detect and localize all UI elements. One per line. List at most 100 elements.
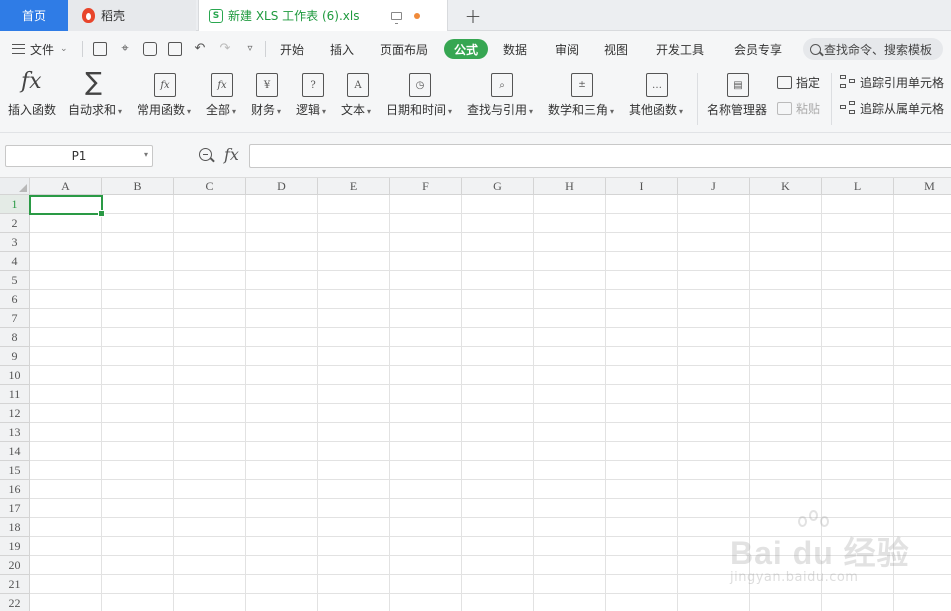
column-header[interactable]: E [318,178,390,195]
insert-function-label: 插入函数 [8,103,57,117]
row-header[interactable]: 20 [0,556,30,575]
command-search-box[interactable]: 查找命令、搜索模板 [803,38,943,60]
customize-toolbar-icon[interactable]: ▿ [243,42,257,56]
column-header[interactable]: J [678,178,750,195]
tab-document[interactable]: S 新建 XLS 工作表 (6).xls [198,0,448,31]
insert-function-button[interactable]: fx 插入函数 [8,67,60,133]
row-header[interactable]: 13 [0,423,30,442]
search-icon [810,43,821,55]
datetime-functions-button[interactable]: ◷ 日期和时间 [386,67,458,133]
menu-item-insert[interactable]: 插入 [330,31,354,67]
chevron-down-icon[interactable]: ▾ [144,150,148,159]
specify-button[interactable]: 指定 [777,71,820,93]
row-header[interactable]: 2 [0,214,30,233]
redo-icon[interactable]: ↷ [218,42,232,56]
menu-item-page-layout[interactable]: 页面布局 [380,31,428,67]
row-header[interactable]: 5 [0,271,30,290]
formula-input[interactable] [249,144,951,168]
row-header[interactable]: 22 [0,594,30,611]
trace-dependents-label: 追踪从属单元格 [860,101,945,116]
trace-dependents-button[interactable]: 追踪从属单元格 [840,97,944,119]
menu-item-view[interactable]: 视图 [604,31,628,67]
row-header[interactable]: 14 [0,442,30,461]
name-manager-icon: ▤ [727,73,749,97]
column-header[interactable]: D [246,178,318,195]
math-functions-button[interactable]: ± 数学和三角 [548,67,620,133]
print-icon[interactable] [143,42,157,56]
logic-label: 逻辑 [296,101,326,118]
baidu-jingyan-watermark: Bai du 经验 jingyan.baidu.com [730,510,945,600]
common-functions-button[interactable]: fx 常用函数 [137,67,195,133]
row-header[interactable]: 8 [0,328,30,347]
column-header[interactable]: B [102,178,174,195]
divider [82,41,83,57]
column-header[interactable]: H [534,178,606,195]
paste-name-button[interactable]: 粘贴 [777,97,820,119]
row-header[interactable]: 1 [0,195,30,214]
row-header[interactable]: 6 [0,290,30,309]
column-header[interactable]: A [30,178,102,195]
ribbon-divider [831,73,832,125]
tab-document-label: 新建 XLS 工作表 (6).xls [228,9,360,23]
trace-precedents-label: 追踪引用单元格 [860,75,945,90]
monitor-icon[interactable] [391,11,403,24]
menu-item-developer[interactable]: 开发工具 [656,31,704,67]
file-menu-label: 文件 [30,42,55,57]
column-header[interactable]: C [174,178,246,195]
watermark-url: jingyan.baidu.com [730,570,859,585]
fx-icon[interactable]: fx [224,145,239,164]
row-header[interactable]: 18 [0,518,30,537]
tab-home[interactable]: 首页 [0,0,68,31]
column-header[interactable]: L [822,178,894,195]
row-header[interactable]: 4 [0,252,30,271]
tab-bar: 首页 稻壳 S 新建 XLS 工作表 (6).xls + [0,0,951,31]
row-header[interactable]: 15 [0,461,30,480]
menu-item-review[interactable]: 审阅 [555,31,579,67]
row-header[interactable]: 11 [0,385,30,404]
row-header[interactable]: 9 [0,347,30,366]
print-preview-icon[interactable] [168,42,182,56]
format-painter-icon[interactable]: ⌖ [118,42,132,56]
row-header[interactable]: 3 [0,233,30,252]
row-header[interactable]: 21 [0,575,30,594]
text-functions-button[interactable]: A 文本 [341,67,377,133]
other-functions-label: 其他函数 [629,101,683,118]
new-tab-button[interactable]: + [462,0,484,31]
autosum-button[interactable]: ∑ 自动求和 [68,67,126,133]
file-menu-button[interactable]: 文件 ⌄ [12,31,68,67]
column-header[interactable]: G [462,178,534,195]
select-all-corner[interactable] [0,178,30,195]
row-header[interactable]: 12 [0,404,30,423]
row-header[interactable]: 10 [0,366,30,385]
menu-item-data[interactable]: 数据 [503,31,527,67]
autosum-label: 自动求和 [68,101,122,118]
column-header[interactable]: K [750,178,822,195]
lookup-functions-button[interactable]: ⌕ 查找与引用 [467,67,539,133]
row-header[interactable]: 7 [0,309,30,328]
all-functions-button[interactable]: fx 全部 [206,67,242,133]
finance-functions-button[interactable]: ¥ 财务 [251,67,287,133]
text-label: 文本 [341,101,371,118]
undo-icon[interactable]: ↶ [193,42,207,56]
math-icon: ± [571,73,593,97]
column-header[interactable]: M [894,178,951,195]
tab-daoke[interactable]: 稻壳 [68,0,196,31]
zoom-out-icon[interactable] [199,148,212,161]
row-header[interactable]: 16 [0,480,30,499]
name-manager-button[interactable]: ▤ 名称管理器 [707,67,769,133]
save-icon[interactable] [93,42,107,56]
name-box[interactable]: P1 ▾ [5,145,153,167]
unsaved-dot-icon[interactable] [414,12,421,19]
logic-functions-button[interactable]: ? 逻辑 [296,67,332,133]
column-header[interactable]: I [606,178,678,195]
column-header[interactable]: F [390,178,462,195]
active-cell[interactable] [29,195,105,217]
trace-precedents-button[interactable]: 追踪引用单元格 [840,71,944,93]
menu-item-start[interactable]: 开始 [280,31,304,67]
row-header[interactable]: 19 [0,537,30,556]
menu-item-formulas[interactable]: 公式 [444,39,489,59]
trace-dependents-icon [840,101,856,115]
menu-item-member[interactable]: 会员专享 [734,31,782,67]
other-functions-button[interactable]: … 其他函数 [629,67,689,133]
row-header[interactable]: 17 [0,499,30,518]
